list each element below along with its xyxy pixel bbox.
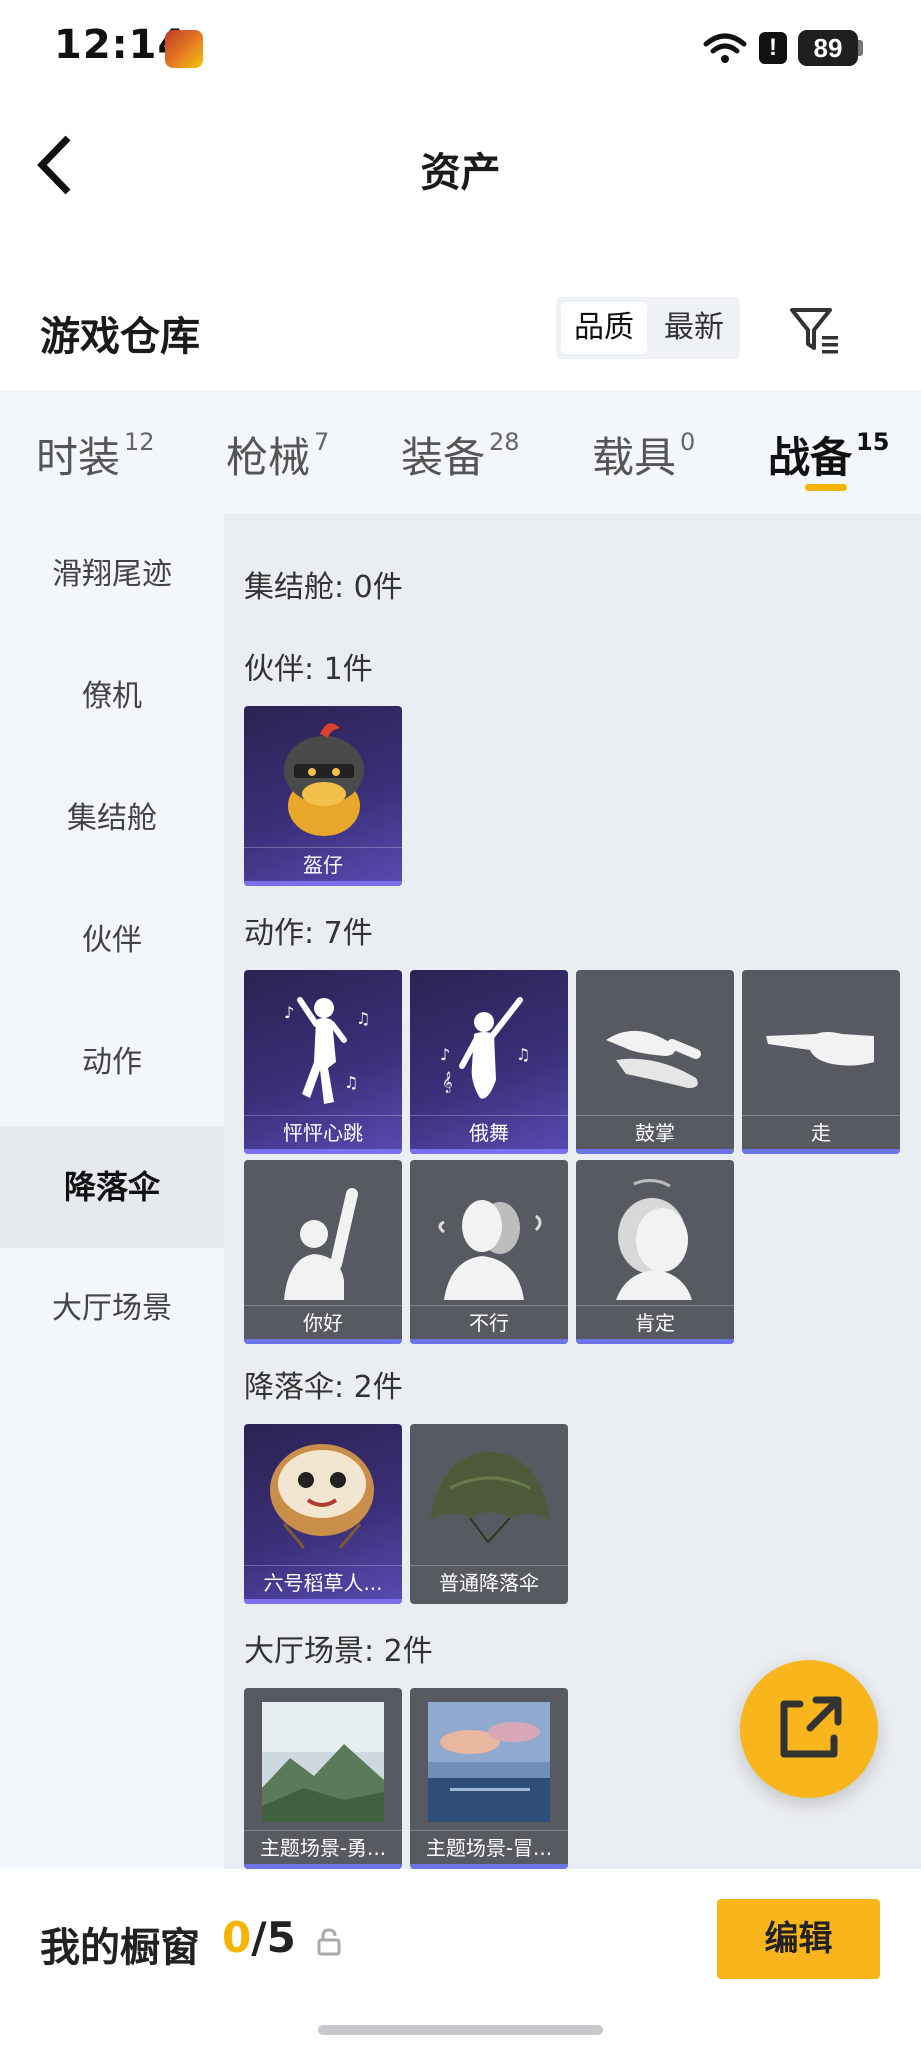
svg-text:♫: ♫: [516, 1045, 530, 1064]
app-notification-icon: [165, 30, 203, 68]
side-item-glide-trail[interactable]: 滑翔尾迹: [0, 514, 224, 636]
warehouse-title: 游戏仓库: [40, 314, 200, 360]
item-card[interactable]: 你好: [244, 1160, 402, 1344]
share-external-icon: [780, 1696, 842, 1758]
showcase-bar: 我的橱窗 0/5 编辑: [0, 1869, 921, 2050]
tab-equipment[interactable]: 装备 28: [401, 424, 520, 484]
tab-combat-gear[interactable]: 战备 15: [768, 424, 889, 484]
seaside-scene-art: [428, 1702, 550, 1822]
standard-parachute-art: [430, 1452, 550, 1544]
item-label: 你好: [244, 1305, 402, 1339]
group-title-action: 动作: 7件: [244, 916, 373, 951]
item-card[interactable]: 肯定: [576, 1160, 734, 1344]
item-label: 主题场景-勇...: [244, 1830, 402, 1864]
dance-pose-art: ♪ ♫ 𝄞: [440, 997, 530, 1099]
head-shake-art: [438, 1200, 542, 1300]
status-bar: 12:14 ! 89: [0, 0, 921, 96]
showcase-max: 5: [266, 1913, 296, 1962]
alert-icon: !: [759, 32, 787, 64]
item-card[interactable]: ♪ ♫ ♫ 怦怦心跳: [244, 970, 402, 1154]
item-label: 俄舞: [410, 1115, 568, 1149]
page-title: 资产: [420, 150, 501, 196]
item-label: 鼓掌: [576, 1115, 734, 1149]
warehouse-header: 游戏仓库 品质 最新: [0, 280, 921, 390]
group-title-lobby: 大厅场景: 2件: [244, 1634, 433, 1669]
lock-icon: [317, 1928, 341, 1956]
item-card[interactable]: 鼓掌: [576, 970, 734, 1154]
rarity-bar: [244, 1149, 402, 1154]
share-fab[interactable]: [740, 1660, 878, 1798]
active-tab-indicator: [805, 484, 847, 491]
battery-icon: 89: [798, 30, 858, 66]
item-card[interactable]: 主题场景-冒...: [410, 1688, 568, 1869]
svg-text:𝄞: 𝄞: [442, 1072, 453, 1093]
rarity-bar: [742, 1149, 900, 1154]
item-label: 肯定: [576, 1305, 734, 1339]
rarity-bar: [244, 881, 402, 886]
svg-text:♪: ♪: [284, 1003, 294, 1022]
dancer-art: ♪ ♫ ♫: [284, 997, 370, 1104]
home-indicator: [318, 2025, 603, 2035]
rarity-bar: [576, 1339, 734, 1344]
showcase-title: 我的橱窗: [40, 1925, 200, 1971]
chick-helmet-art: [284, 723, 364, 836]
svg-text:♪: ♪: [440, 1045, 450, 1064]
side-item-partner[interactable]: 伙伴: [0, 880, 224, 1002]
nav-bar: 资产: [0, 96, 921, 236]
item-card[interactable]: 主题场景-勇...: [244, 1688, 402, 1869]
side-item-action[interactable]: 动作: [0, 1002, 224, 1124]
battery-tip: [858, 40, 863, 56]
showcase-used: 0: [222, 1913, 252, 1962]
rarity-bar: [576, 1149, 734, 1154]
pointing-hand-art: [766, 1032, 874, 1066]
side-item-lobby-scene[interactable]: 大厅场景: [0, 1248, 224, 1370]
item-card[interactable]: ♪ ♫ 𝄞 俄舞: [410, 970, 568, 1154]
category-tabs: 时装 12 枪械 7 装备 28 载具 0 战备 15: [0, 390, 921, 514]
side-item-parachute[interactable]: 降落伞: [0, 1126, 224, 1248]
item-label: 怦怦心跳: [244, 1115, 402, 1149]
rarity-bar: [410, 1149, 568, 1154]
item-label: 不行: [410, 1305, 568, 1339]
item-card[interactable]: 走: [742, 970, 900, 1154]
edit-button[interactable]: 编辑: [717, 1899, 880, 1979]
rarity-bar: [410, 1339, 568, 1344]
tab-vehicles[interactable]: 载具 0: [592, 424, 695, 484]
item-label: 主题场景-冒...: [410, 1830, 568, 1864]
svg-text:♫: ♫: [344, 1073, 358, 1092]
item-label: 走: [742, 1115, 900, 1149]
tab-firearms[interactable]: 枪械 7: [226, 424, 329, 484]
scarecrow-parachute-art: [270, 1444, 374, 1549]
rarity-bar: [244, 1599, 402, 1604]
group-title-partner: 伙伴: 1件: [244, 652, 373, 687]
showcase-separator: /: [251, 1913, 267, 1962]
side-nav: 滑翔尾迹 僚机 集结舱 伙伴 动作 降落伞 大厅场景: [0, 514, 224, 1869]
filter-icon[interactable]: [786, 302, 842, 358]
head-nod-art: [616, 1179, 692, 1300]
sort-toggle: 品质 最新: [556, 297, 740, 359]
item-card[interactable]: 不行: [410, 1160, 568, 1344]
group-title-rally: 集结舱: 0件: [244, 570, 403, 605]
sort-newest-button[interactable]: 最新: [652, 302, 736, 354]
item-card[interactable]: 普通降落伞: [410, 1424, 568, 1604]
tab-fashion[interactable]: 时装 12: [36, 424, 155, 484]
rarity-bar: [244, 1339, 402, 1344]
showcase-count: 0/5: [222, 1913, 296, 1962]
svg-text:♫: ♫: [356, 1009, 370, 1028]
waving-person-art: [284, 1188, 358, 1300]
wifi-icon: [703, 33, 747, 63]
sort-quality-button[interactable]: 品质: [561, 302, 647, 354]
item-label: 盔仔: [244, 847, 402, 881]
side-item-rally-pod[interactable]: 集结舱: [0, 758, 224, 880]
clapping-hands-art: [606, 1030, 701, 1088]
group-title-parachute: 降落伞: 2件: [244, 1370, 403, 1405]
item-card[interactable]: 盔仔: [244, 706, 402, 886]
mountain-scene-art: [262, 1702, 384, 1822]
item-card[interactable]: 六号稻草人...: [244, 1424, 402, 1604]
item-label: 六号稻草人...: [244, 1565, 402, 1599]
item-label: 普通降落伞: [410, 1565, 568, 1599]
side-item-wingman[interactable]: 僚机: [0, 636, 224, 758]
